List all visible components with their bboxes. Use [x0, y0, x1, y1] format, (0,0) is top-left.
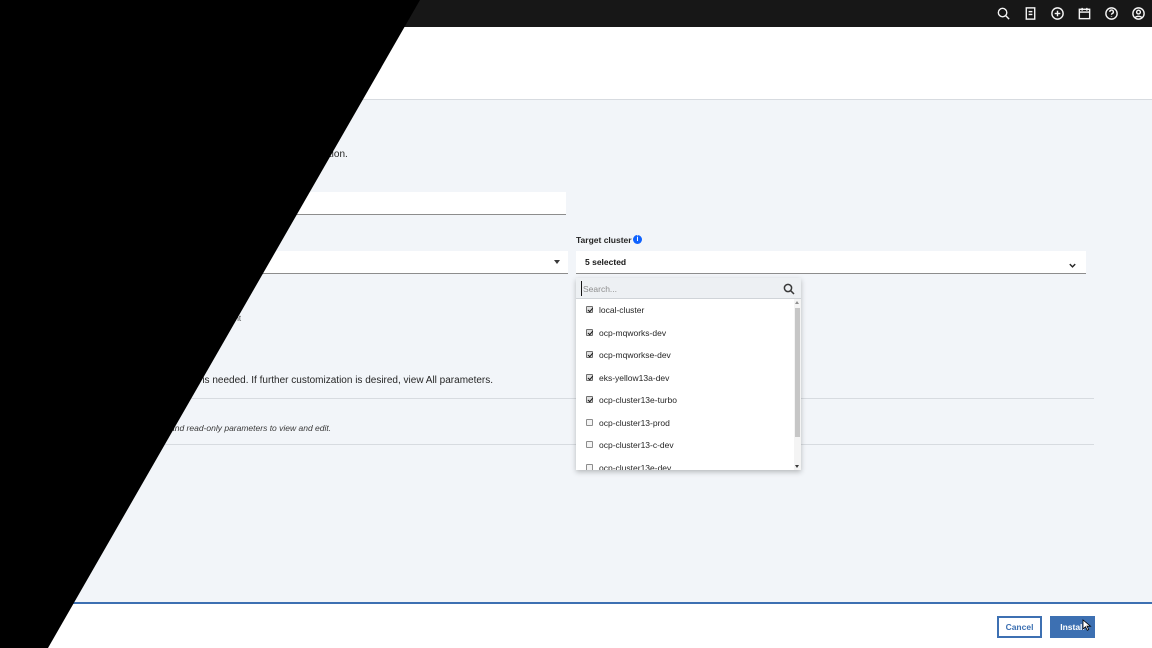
parameters-info-text: n is needed. If further customization is… [194, 375, 494, 386]
cluster-option-label: eks-yellow13a-dev [599, 372, 670, 383]
cluster-option-label: ocp-cluster13e-turbo [599, 395, 677, 405]
page-header [0, 27, 1152, 100]
chevron-down-icon [1068, 257, 1077, 268]
checkbox[interactable] [586, 306, 593, 313]
checkbox[interactable] [586, 351, 593, 358]
cluster-option[interactable]: ocp-cluster13-c-dev [576, 434, 794, 456]
search-input[interactable] [581, 281, 771, 296]
cluster-option-label: ocp-mqworks-dev [599, 327, 667, 338]
description-text: ration. [320, 149, 348, 160]
cluster-option-label: ocp-cluster13-prod [599, 417, 670, 428]
checkbox[interactable] [586, 396, 593, 403]
cluster-option-label: ocp-cluster13e-dev [599, 462, 672, 471]
cluster-option-label: local-cluster [599, 305, 645, 315]
info-icon[interactable]: i [633, 235, 642, 244]
cluster-option-list: local-cluster ocp-mqworks-dev ocp-mqworkse… [576, 299, 794, 470]
target-cluster-label: Target cluster * [576, 235, 638, 245]
cluster-option[interactable]: ocp-cluster13e-turbo [576, 389, 794, 411]
parameters-hint-text: and read-only parameters to view and edi… [170, 423, 332, 433]
footer-bar: Cancel Install [0, 602, 1152, 648]
scroll-thumb[interactable] [795, 308, 800, 437]
cluster-option[interactable]: ocp-mqworks-dev [576, 322, 794, 344]
selected-count: 5 selected [585, 257, 627, 267]
target-cluster-dropdown: local-cluster ocp-mqworks-dev ocp-mqworkse… [576, 278, 801, 470]
dropdown-search [576, 278, 801, 299]
checkbox[interactable] [586, 328, 593, 336]
search-icon [783, 282, 795, 295]
help-icon[interactable] [1103, 5, 1120, 22]
calendar-icon[interactable] [1076, 5, 1093, 22]
document-icon[interactable] [1022, 5, 1039, 22]
cluster-option-label: ocp-cluster13-c-dev [599, 440, 674, 450]
search-icon[interactable] [995, 5, 1012, 22]
mouse-cursor-icon [1082, 619, 1092, 631]
name-input[interactable] [230, 192, 566, 215]
left-dropdown[interactable] [230, 251, 568, 274]
cluster-option[interactable]: ocp-cluster13-prod [576, 412, 794, 434]
cluster-option[interactable]: local-cluster [576, 299, 794, 321]
checkbox[interactable] [586, 463, 593, 470]
caret-down-icon [554, 260, 560, 264]
target-cluster-select[interactable]: 5 selected [576, 251, 1086, 274]
cancel-button[interactable]: Cancel [997, 616, 1042, 638]
scroll-up-icon[interactable] [795, 301, 799, 304]
cluster-option[interactable]: ocp-mqworkse-dev [576, 344, 794, 366]
add-circle-icon[interactable] [1049, 5, 1066, 22]
cluster-option[interactable]: ocp-cluster13e-dev [576, 457, 794, 471]
helper-text: ent [230, 314, 242, 323]
top-navigation-bar [0, 0, 1152, 27]
scrollbar[interactable] [794, 299, 801, 470]
user-icon[interactable] [1130, 5, 1147, 22]
checkbox[interactable] [586, 373, 593, 381]
cluster-option[interactable]: eks-yellow13a-dev [576, 367, 794, 389]
checkbox[interactable] [586, 418, 593, 426]
scroll-down-icon[interactable] [795, 465, 799, 468]
checkbox[interactable] [586, 441, 593, 448]
cluster-option-label: ocp-mqworkse-dev [599, 350, 671, 360]
